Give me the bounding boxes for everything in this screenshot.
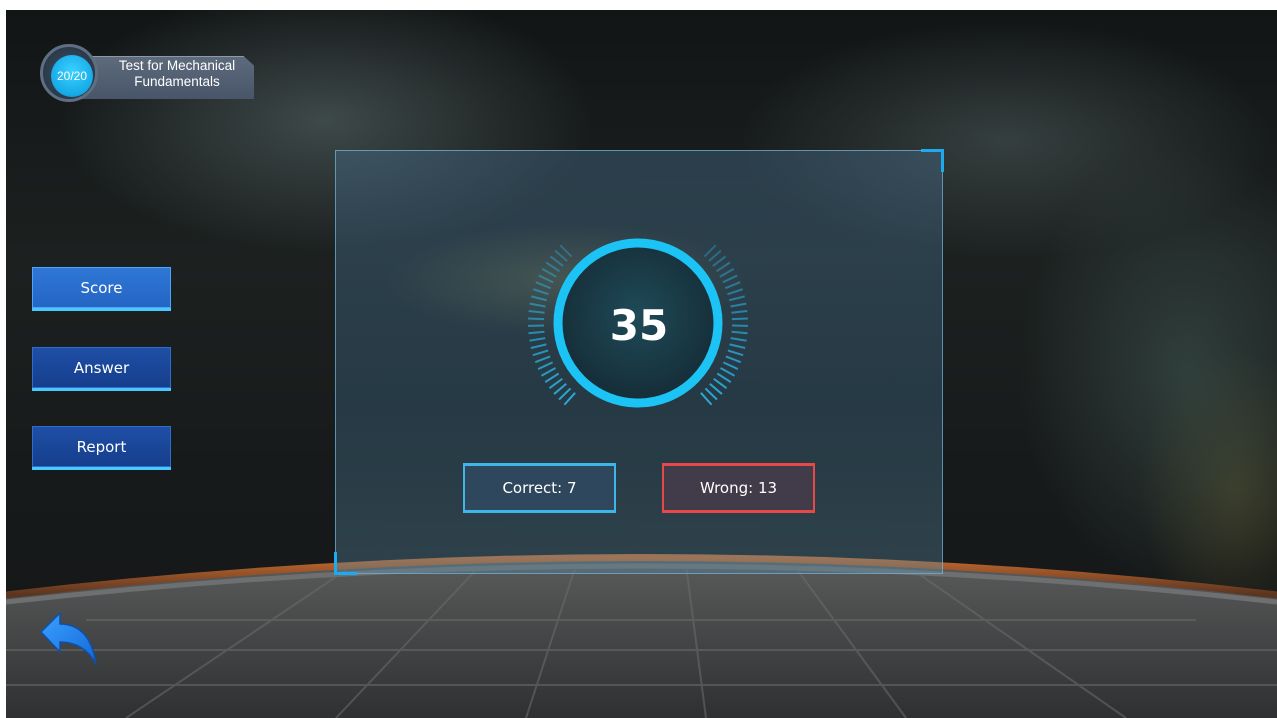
gauge-tick-right <box>728 295 745 302</box>
test-title-line2: Fundamentals <box>134 74 220 89</box>
gauge-tick-left <box>541 267 557 278</box>
gauge-tick-right <box>722 361 739 370</box>
gauge-tick-left <box>553 382 567 395</box>
progress-ring: 20/20 <box>40 44 98 102</box>
gauge-tick-right <box>716 372 732 383</box>
gauge-tick-right <box>725 355 742 364</box>
result-panel: 35 Correct: 7 Wrong: 13 <box>334 149 944 575</box>
gauge-tick-left <box>549 255 564 267</box>
gauge-tick-left <box>537 361 554 370</box>
gauge-tick-left <box>538 274 554 284</box>
gauge-tick-right <box>709 382 723 395</box>
gauge-tick-right <box>712 255 727 267</box>
gauge-tick-left <box>532 349 549 357</box>
gauge-tick-left <box>534 355 551 364</box>
panel-corner-bottom-left <box>334 552 357 575</box>
score-button[interactable]: Score <box>32 267 171 311</box>
gauge-tick-right <box>704 387 718 401</box>
answer-button[interactable]: Answer <box>32 347 171 391</box>
test-title: Test for Mechanical Fundamentals <box>102 58 252 90</box>
gauge-tick-right <box>703 244 717 258</box>
gauge-tick-right <box>719 267 735 278</box>
app-window: 20/20 Test for Mechanical Fundamentals S… <box>6 10 1277 718</box>
gauge-tick-left <box>563 392 576 406</box>
gauge-tick-right <box>700 392 713 406</box>
report-button[interactable]: Report <box>32 426 171 470</box>
gauge-tick-right <box>722 274 738 284</box>
gauge-tick-right <box>713 377 728 390</box>
progress-counter: 20/20 <box>51 55 93 97</box>
score-value: 35 <box>609 301 669 350</box>
gauge-tick-left <box>548 377 563 390</box>
gauge-tick-right <box>727 288 743 296</box>
gauge-tick-left <box>554 249 568 262</box>
gauge-tick-left <box>533 288 549 296</box>
test-title-line1: Test for Mechanical <box>118 58 236 73</box>
gauge-tick-right <box>720 367 736 377</box>
gauge-tick-left <box>559 244 573 258</box>
gauge-tick-left <box>558 387 572 401</box>
gauge-tick-left <box>545 261 561 273</box>
gauge-tick-right <box>727 349 744 357</box>
correct-count: Correct: 7 <box>463 463 616 513</box>
gauge-tick-right <box>715 261 731 273</box>
back-arrow-icon[interactable] <box>38 608 100 668</box>
gauge-tick-right <box>724 281 741 290</box>
gauge-tick-left <box>544 372 560 383</box>
gauge-tick-left <box>531 295 548 302</box>
test-badge: 20/20 Test for Mechanical Fundamentals <box>40 44 262 102</box>
gauge-tick-left <box>535 281 552 290</box>
gauge-tick-left <box>540 367 556 377</box>
gauge-tick-right <box>708 249 722 262</box>
wrong-count: Wrong: 13 <box>662 463 815 513</box>
panel-corner-top-right <box>921 149 944 172</box>
